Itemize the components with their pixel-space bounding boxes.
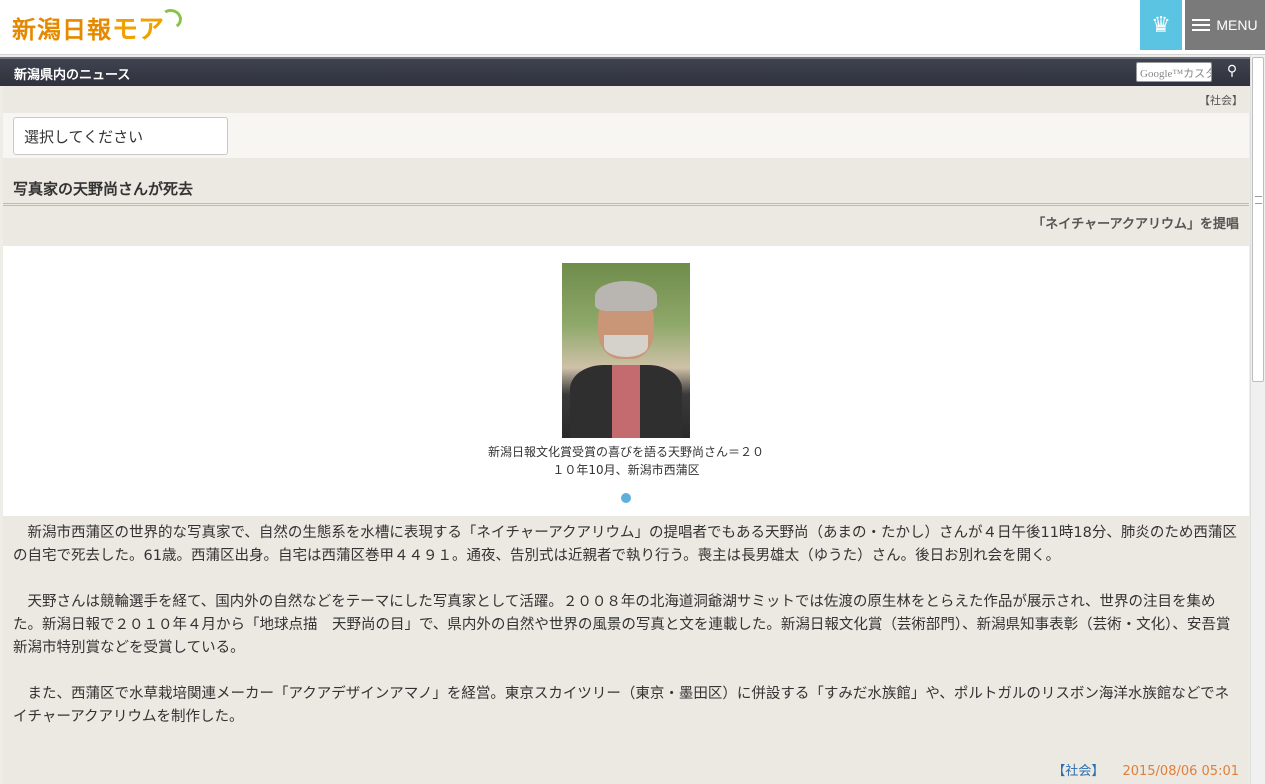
article-paragraph: また、西蒲区で水草栽培関連メーカー「アクアデザインアマノ」を経営。東京スカイツリ… [13,686,1230,725]
select-strip: 選択してください [3,113,1249,158]
article-paragraph: 天野さんは競輪選手を経て、国内外の自然などをテーマにした写真家として活躍。２００… [13,594,1231,656]
crown-icon: ♛ [1151,12,1171,38]
main-content: 【社会】 選択してください 写真家の天野尚さんが死去 「ネイチャーアクアリウム」… [3,86,1249,784]
photo-panel: 新潟日報文化賞受賞の喜びを語る天野尚さん＝２０１０年10月、新潟市西蒲区 [3,246,1249,516]
menu-label: MENU [1216,17,1258,33]
publish-date: 2015/08/06 05:01 [1122,764,1239,779]
scrollbar[interactable] [1250,55,1265,784]
headline-divider [3,203,1249,206]
article-photo[interactable] [562,263,690,438]
category-label: 【社会】 [1199,94,1243,107]
photo-caption: 新潟日報文化賞受賞の喜びを語る天野尚さん＝２０１０年10月、新潟市西蒲区 [487,445,764,477]
site-logo[interactable]: 新潟日報 モア [12,7,184,45]
article-subhead: 「ネイチャーアクアリウム」を提唱 [1032,217,1239,232]
section-bar: 新潟県内のニュース Google™カスタム検索 ⚲ [0,57,1250,86]
section-title: 新潟県内のニュース [14,68,131,83]
hamburger-icon [1192,19,1211,31]
article-paragraph: 新潟市西蒲区の世界的な写真家で、自然の生態系を水槽に表現する「ネイチャーアクアリ… [13,525,1237,564]
premium-button[interactable]: ♛ [1140,0,1182,50]
menu-button[interactable]: MENU [1185,0,1265,50]
scroll-grip-icon [1255,196,1262,204]
article-headline: 写真家の天野尚さんが死去 [13,180,194,198]
logo-text: 新潟日報 [12,15,112,44]
scrollbar-thumb[interactable] [1252,57,1264,382]
map-pin-icon[interactable]: ⚲ [1224,63,1240,83]
carousel-dot[interactable] [621,493,631,503]
article-body: 新潟市西蒲区の世界的な写真家で、自然の生態系を水槽に表現する「ネイチャーアクアリ… [13,522,1243,752]
logo-mo-text: モア [112,14,165,45]
category-link[interactable]: 【社会】 [1052,764,1104,779]
search-input[interactable]: Google™カスタム検索 [1136,62,1212,82]
article-meta: 【社会】 2015/08/06 05:01 [1052,760,1239,779]
category-select[interactable]: 選択してください [13,117,228,155]
site-header: 新潟日報 モア ♛ MENU [0,0,1265,55]
